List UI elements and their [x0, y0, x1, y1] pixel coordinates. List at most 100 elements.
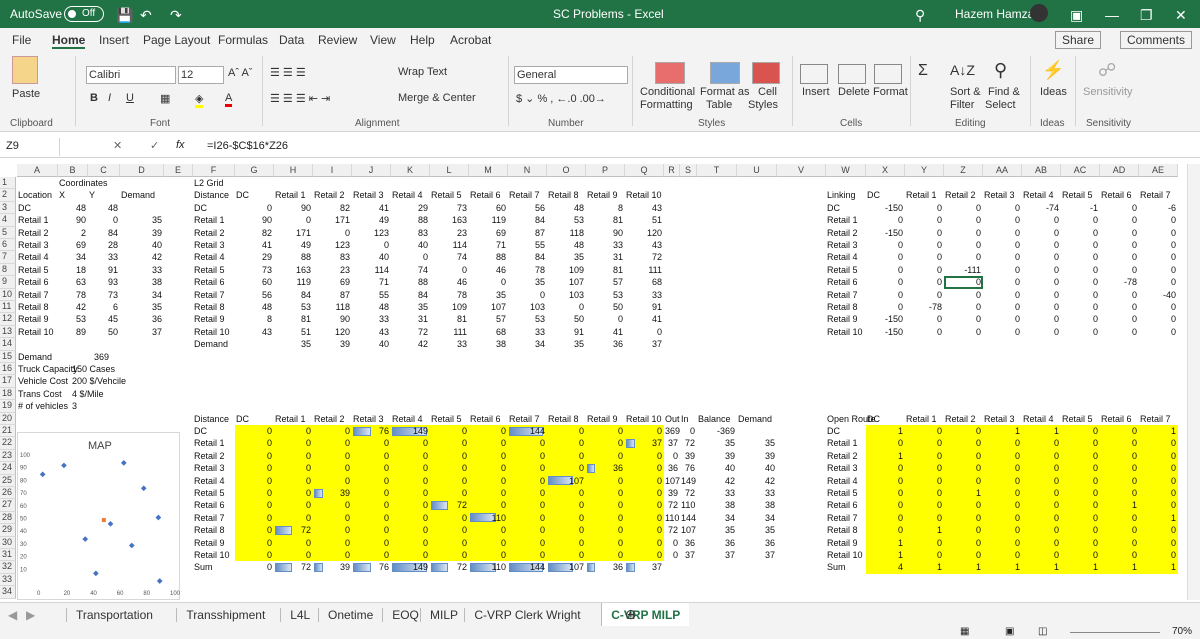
distance-cell[interactable]: 91 [548, 326, 584, 338]
distance-cell[interactable]: 40 [353, 251, 389, 263]
comments-button[interactable]: Comments [1120, 31, 1193, 49]
route-cell[interactable]: 4 [867, 561, 903, 573]
distance-cell[interactable]: 37 [626, 338, 662, 350]
route-cell[interactable]: 1 [867, 549, 903, 561]
tab-insert[interactable]: Insert [99, 33, 129, 47]
flow-cell[interactable]: 37 [626, 437, 662, 449]
flow-cell[interactable]: 72 [431, 561, 467, 573]
location-cell[interactable]: 50 [89, 326, 118, 338]
flow-cell[interactable]: 76 [353, 425, 389, 437]
parameter-value[interactable]: 3 [72, 400, 77, 412]
distance-cell[interactable]: Retail 4 [194, 251, 225, 263]
route-cell[interactable]: 1 [1062, 561, 1098, 573]
route-cell[interactable]: 0 [1101, 425, 1137, 437]
linking-cell[interactable]: Retail 9 [827, 313, 858, 325]
delete-cells-button[interactable]: Delete [838, 86, 870, 98]
route-cell[interactable]: 0 [1062, 425, 1098, 437]
column-header[interactable]: C [88, 164, 120, 177]
linking-cell[interactable]: 0 [1140, 251, 1176, 263]
select-label[interactable]: Select [985, 99, 1016, 111]
row-header[interactable]: 10 [0, 288, 16, 301]
route-cell[interactable]: Retail 1 [827, 437, 858, 449]
distance-cell[interactable]: 119 [470, 214, 506, 226]
row-header[interactable]: 32 [0, 561, 16, 574]
column-header[interactable]: N [508, 164, 547, 177]
distance-cell[interactable]: 69 [314, 276, 350, 288]
flow-cell[interactable]: 0 [353, 475, 389, 487]
column-header[interactable]: V [777, 164, 826, 177]
route-cell[interactable]: 0 [1023, 487, 1059, 499]
linking-cell[interactable]: 0 [984, 251, 1020, 263]
flow-cell[interactable]: 0 [548, 462, 584, 474]
linking-cell[interactable]: 0 [906, 326, 942, 338]
column-header[interactable]: I [313, 164, 352, 177]
route-cell[interactable]: 1 [1101, 561, 1137, 573]
route-cell[interactable]: 0 [984, 450, 1020, 462]
distance-cell[interactable]: 34 [509, 338, 545, 350]
flow-cell[interactable]: 0 [353, 487, 389, 499]
flow-cell[interactable]: 0 [470, 537, 506, 549]
row-header[interactable]: 19 [0, 400, 16, 413]
flow-cell[interactable]: 149 [392, 561, 428, 573]
flow-cell[interactable]: 0 [509, 450, 545, 462]
flow-cell[interactable]: 0 [509, 549, 545, 561]
route-cell[interactable]: 0 [1140, 524, 1176, 536]
flow-cell[interactable]: DC [194, 425, 207, 437]
location-cell[interactable]: DC [18, 202, 31, 214]
page-break-view-icon[interactable]: ◫ [1038, 626, 1047, 637]
linking-cell[interactable]: 0 [1140, 326, 1176, 338]
flow-cell[interactable]: 36 [587, 561, 623, 573]
number-format-select[interactable]: General [514, 66, 628, 84]
distance-cell[interactable]: 81 [587, 214, 623, 226]
flow-cell[interactable]: 0 [431, 437, 467, 449]
row-header[interactable]: 25 [0, 474, 16, 487]
row-header[interactable]: 13 [0, 325, 16, 339]
route-cell[interactable]: DC [827, 425, 840, 437]
flow-cell[interactable]: 76 [353, 561, 389, 573]
distance-cell[interactable]: 107 [548, 276, 584, 288]
distance-cell[interactable]: 163 [431, 214, 467, 226]
flow-cell[interactable]: 39 [314, 561, 350, 573]
flow-cell[interactable]: 0 [431, 487, 467, 499]
route-cell[interactable]: Retail 5 [827, 487, 858, 499]
distance-cell[interactable]: 88 [392, 276, 428, 288]
distance-cell[interactable]: 36 [587, 338, 623, 350]
flow-cell[interactable]: 0 [509, 537, 545, 549]
distance-cell[interactable]: 109 [431, 301, 467, 313]
flow-cell[interactable]: 0 [587, 450, 623, 462]
linking-cell[interactable]: 0 [1062, 301, 1098, 313]
save-icon[interactable]: 💾 [116, 7, 133, 24]
linking-cell[interactable]: 0 [984, 313, 1020, 325]
flow-cell[interactable]: 0 [236, 475, 272, 487]
flow-cell[interactable]: 110 [681, 499, 695, 511]
route-cell[interactable]: 0 [867, 437, 903, 449]
distance-cell[interactable]: 120 [626, 227, 662, 239]
distance-cell[interactable]: 38 [470, 338, 506, 350]
linking-cell[interactable]: 0 [1140, 214, 1176, 226]
flow-cell[interactable]: 0 [236, 462, 272, 474]
flow-header[interactable]: Retail 1 [275, 413, 306, 425]
flow-cell[interactable]: 0 [236, 549, 272, 561]
distance-cell[interactable]: 91 [626, 301, 662, 313]
route-cell[interactable]: 0 [945, 524, 981, 536]
selected-cell[interactable] [944, 276, 983, 289]
filter-label[interactable]: Filter [950, 99, 974, 111]
distance-cell[interactable]: 33 [353, 313, 389, 325]
route-cell[interactable]: 0 [1023, 524, 1059, 536]
ideas-icon[interactable]: ⚡ [1042, 60, 1064, 81]
worksheet-grid[interactable]: MAP 10 20 30 40 50 60 70 80 90 100 0 20 40 60 80 100 ABC… [0, 164, 1187, 600]
flow-header[interactable]: Retail 4 [392, 413, 423, 425]
flow-cell[interactable]: 76 [681, 462, 695, 474]
underline-button[interactable]: U [126, 92, 134, 104]
flow-cell[interactable]: 0 [314, 462, 350, 474]
route-cell[interactable]: 1 [1023, 561, 1059, 573]
route-cell[interactable]: 0 [1062, 437, 1098, 449]
currency-icon[interactable]: $ ⌄ % , ←.0 .00→ [516, 92, 606, 105]
distance-header[interactable]: Retail 2 [314, 189, 345, 201]
route-header[interactable]: Retail 5 [1062, 413, 1093, 425]
column-header[interactable]: G [235, 164, 274, 177]
route-cell[interactable]: 0 [984, 549, 1020, 561]
flow-cell[interactable]: 42 [698, 475, 735, 487]
distance-cell[interactable]: 107 [470, 301, 506, 313]
flow-cell[interactable]: 0 [665, 549, 678, 561]
